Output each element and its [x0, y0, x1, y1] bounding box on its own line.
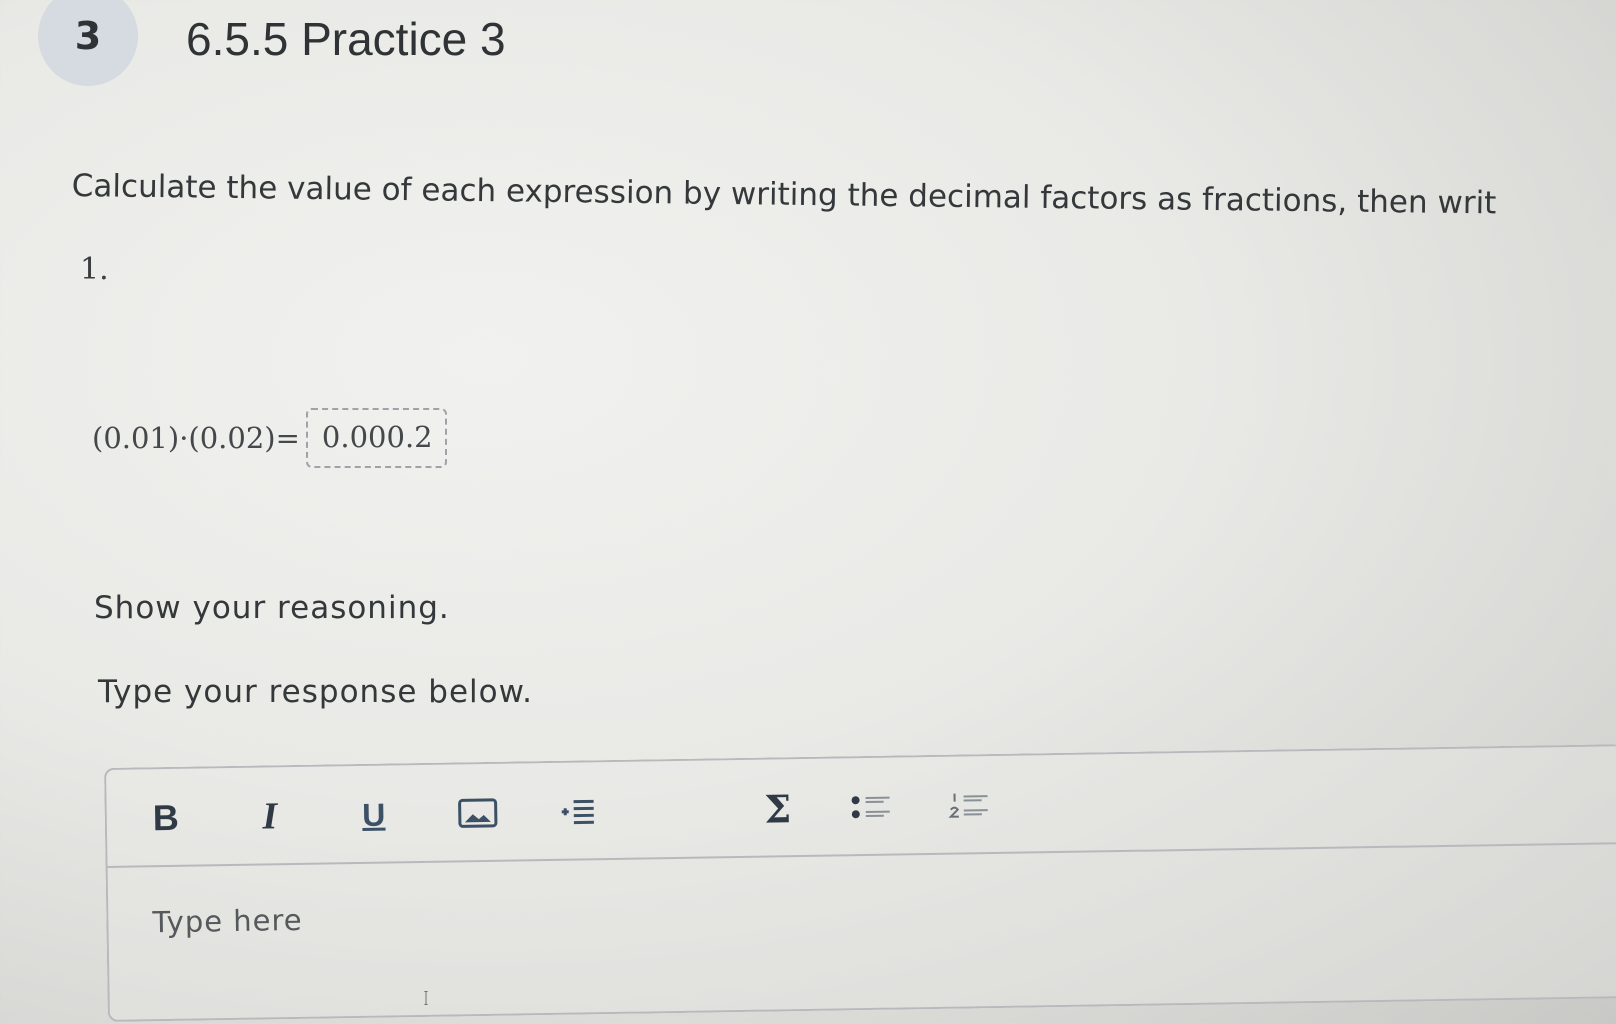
image-icon — [458, 798, 498, 828]
response-text-area[interactable]: Type here — [152, 903, 303, 939]
bulleted-list-icon — [851, 796, 890, 819]
expression-text: (0.01)·(0.02)= — [92, 421, 300, 455]
response-prompt: Type your response below. — [98, 674, 533, 710]
indent-icon — [561, 799, 594, 825]
equation-button[interactable]: Σ — [752, 783, 803, 834]
reasoning-prompt: Show your reasoning. — [94, 590, 450, 626]
indent-button[interactable] — [552, 786, 603, 837]
answer-input-box[interactable]: 0.000.2 — [305, 408, 447, 468]
underline-button[interactable]: U — [348, 789, 399, 840]
item-number: 1. — [80, 252, 109, 287]
italic-button[interactable]: I — [244, 791, 295, 842]
numbered-list-button[interactable] — [944, 780, 995, 831]
bulleted-list-button[interactable] — [846, 782, 897, 833]
question-number-badge: 3 — [38, 0, 138, 86]
instruction-text: Calculate the value of each expression b… — [71, 168, 1497, 222]
question-header: 3 6.5.5 Practice 3 — [0, 0, 1616, 90]
insert-image-button[interactable] — [452, 788, 503, 839]
text-cursor-icon — [424, 991, 428, 1005]
sigma-icon: Σ — [763, 785, 792, 832]
rich-text-editor: B I U Σ Type here — [104, 744, 1616, 1022]
bold-button[interactable]: B — [140, 793, 191, 844]
question-title: 6.5.5 Practice 3 — [186, 13, 506, 65]
numbered-list-icon — [948, 793, 988, 818]
editor-toolbar: B I U Σ — [106, 746, 1616, 868]
math-expression: (0.01)·(0.02)= 0.000.2 — [92, 408, 447, 468]
